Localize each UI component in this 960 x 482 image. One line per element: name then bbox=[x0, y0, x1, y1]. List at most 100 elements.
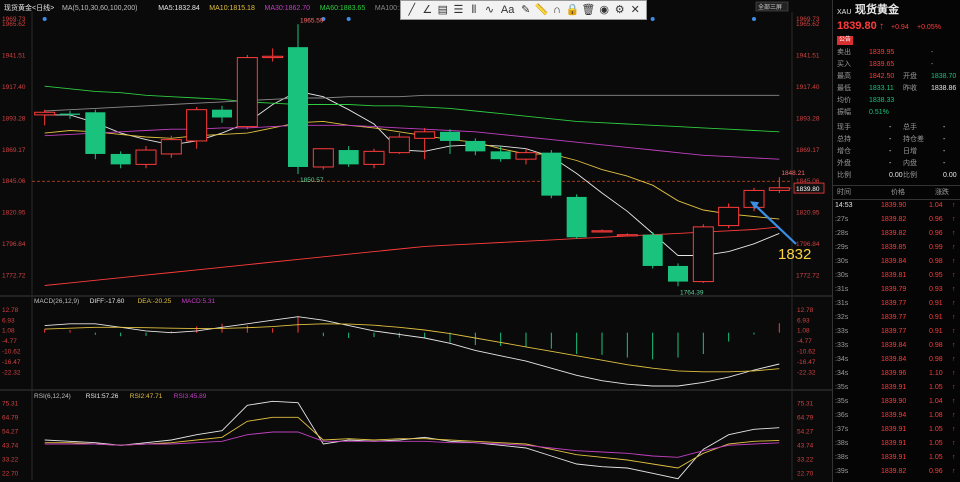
announcement-badge[interactable]: 公告 bbox=[837, 36, 854, 45]
candle-body bbox=[515, 152, 537, 160]
tick-time: 14:53 bbox=[835, 202, 853, 209]
tick-change: 1.05 bbox=[929, 440, 943, 447]
instrument-name: 现货黄金 bbox=[855, 4, 899, 16]
event-marker bbox=[346, 17, 351, 21]
up-arrow-icon: ↑ bbox=[952, 244, 956, 251]
angle-tool-icon[interactable]: ∠ bbox=[421, 2, 435, 18]
candle-body bbox=[363, 150, 385, 165]
tick-change: 0.91 bbox=[929, 314, 943, 321]
extreme-price-label: 1850.57 bbox=[300, 177, 324, 184]
rsi-tick-left: 75.31 bbox=[2, 401, 19, 408]
rsi-legend-item: RSI1:57.26 bbox=[86, 393, 119, 400]
ma-line-ma60 bbox=[44, 85, 780, 133]
up-arrow-icon: ↑ bbox=[952, 398, 956, 405]
tick-row: :31s 1839.79 0.93 ↑ bbox=[833, 283, 960, 296]
channel-tool-icon[interactable]: ▤ bbox=[436, 2, 450, 18]
quote-row: 振幅 0.51% bbox=[833, 106, 960, 119]
rsi-tick-left: 54.27 bbox=[2, 429, 19, 436]
candle-body bbox=[692, 226, 714, 283]
tick-change: 1.10 bbox=[929, 370, 943, 377]
tick-row: :36s 1839.94 1.08 ↑ bbox=[833, 409, 960, 422]
delete-tool-icon[interactable]: 🗑 bbox=[581, 2, 595, 18]
last-price: 1839.80 bbox=[837, 20, 877, 32]
tick-price: 1839.96 bbox=[881, 370, 907, 377]
stat-label-2: 比例 bbox=[903, 172, 917, 179]
quote-panel: XAU 现货黄金 1839.80 ↑ +0.94 +0.05% 公告 卖出 183… bbox=[832, 0, 960, 482]
price-tick-left: 1796.84 bbox=[2, 241, 26, 248]
tick-row: :34s 1839.96 1.10 ↑ bbox=[833, 367, 960, 380]
price-tick-right: 1917.40 bbox=[796, 84, 820, 91]
bars-tool-icon[interactable]: ⫴ bbox=[467, 2, 481, 18]
tick-price: 1839.84 bbox=[881, 342, 907, 349]
candle-body bbox=[718, 206, 740, 227]
tick-price: 1839.90 bbox=[881, 202, 907, 209]
candle-body bbox=[288, 47, 308, 167]
candle-body bbox=[85, 112, 106, 154]
macd-tick-right: 1.08 bbox=[797, 328, 810, 335]
tick-time: :35s bbox=[835, 398, 849, 405]
tick-time: :32s bbox=[835, 314, 849, 321]
tick-change: 0.91 bbox=[929, 328, 943, 335]
tick-price: 1839.82 bbox=[881, 230, 907, 237]
symbol-code: XAU bbox=[837, 9, 852, 16]
rsi-tick-right: 54.27 bbox=[797, 429, 814, 436]
eye-tool-icon[interactable]: ◉ bbox=[597, 2, 611, 18]
pattern-tool-icon[interactable]: ∿ bbox=[483, 2, 497, 18]
tick-row: 14:53 1839.90 1.04 ↑ bbox=[833, 199, 960, 212]
ruler-tool-icon[interactable]: 📏 bbox=[534, 2, 548, 18]
price-tick-left: 1893.28 bbox=[2, 115, 26, 122]
tick-price: 1839.91 bbox=[881, 384, 907, 391]
price-tick-left: 1917.40 bbox=[2, 84, 26, 91]
price-tick-right: 1965.62 bbox=[796, 21, 820, 28]
ma-legend-item: MA(5,10,30,60,100,200) bbox=[62, 5, 138, 12]
macd-tick-right: -16.47 bbox=[797, 359, 816, 366]
price-change: +0.94 bbox=[891, 24, 909, 31]
candle-body bbox=[668, 265, 688, 282]
line-tool-icon[interactable]: ╱ bbox=[405, 2, 419, 18]
candle-body bbox=[388, 136, 410, 154]
tick-row: :30s 1839.84 0.98 ↑ bbox=[833, 255, 960, 268]
price-tick-right: 1869.17 bbox=[796, 147, 820, 154]
tick-change: 0.93 bbox=[929, 286, 943, 293]
ma-line-ma100 bbox=[44, 94, 780, 112]
gear-tool-icon[interactable]: ⚙ bbox=[613, 2, 627, 18]
up-arrow-icon: ↑ bbox=[952, 314, 956, 321]
candle-body bbox=[642, 234, 663, 266]
tick-row: :34s 1839.84 0.98 ↑ bbox=[833, 353, 960, 366]
tick-row: :28s 1839.82 0.96 ↑ bbox=[833, 227, 960, 240]
event-marker bbox=[650, 17, 655, 21]
tick-time: :34s bbox=[835, 370, 849, 377]
up-arrow-icon: ↑ bbox=[952, 272, 956, 279]
magnet-tool-icon[interactable]: ∩ bbox=[550, 2, 564, 18]
current-price-label: 1839.80 bbox=[796, 186, 820, 193]
extreme-price-label: 1848.21 bbox=[781, 170, 805, 177]
tick-change: 1.05 bbox=[929, 454, 943, 461]
callout-label: 1832 bbox=[778, 246, 811, 263]
brush-tool-icon[interactable]: ✎ bbox=[519, 2, 533, 18]
text-tool[interactable]: Aa bbox=[498, 2, 517, 18]
panel-title-row: XAU 现货黄金 bbox=[833, 4, 960, 20]
tick-time: :35s bbox=[835, 384, 849, 391]
lock-tool-icon[interactable]: 🔒 bbox=[566, 2, 580, 18]
chart-canvas[interactable]: 现货黄金<日线> MA(5,10,30,60,100,200) MA5:1832.8… bbox=[0, 0, 832, 482]
tick-time: :33s bbox=[835, 328, 849, 335]
up-arrow-icon: ↑ bbox=[952, 230, 956, 237]
candle-body bbox=[60, 113, 80, 115]
tick-time: :28s bbox=[835, 230, 849, 237]
drawing-toolbar: ╱ ∠ ▤ ☰ ⫴ ∿ Aa ✎ 📏 ∩ 🔒 🗑 ◉ ⚙ ✕ bbox=[400, 0, 647, 20]
macd-legend-item: MACD:5.31 bbox=[182, 298, 216, 305]
fib-tool-icon[interactable]: ☰ bbox=[452, 2, 466, 18]
macd-tick-left: -16.47 bbox=[2, 359, 21, 366]
candle-body bbox=[262, 55, 284, 59]
tick-change: 0.95 bbox=[929, 272, 943, 279]
tick-row: :31s 1839.77 0.91 ↑ bbox=[833, 297, 960, 310]
tick-time: :31s bbox=[835, 286, 849, 293]
candle-body bbox=[566, 196, 587, 238]
tick-time: :39s bbox=[835, 468, 849, 475]
extreme-price-label: 1764.39 bbox=[680, 289, 704, 296]
macd-tick-left: -22.32 bbox=[2, 369, 21, 376]
tick-price: 1839.77 bbox=[881, 314, 907, 321]
close-icon[interactable]: ✕ bbox=[628, 2, 642, 18]
rsi-tick-left: 33.22 bbox=[2, 457, 19, 464]
tick-time: :34s bbox=[835, 356, 849, 363]
